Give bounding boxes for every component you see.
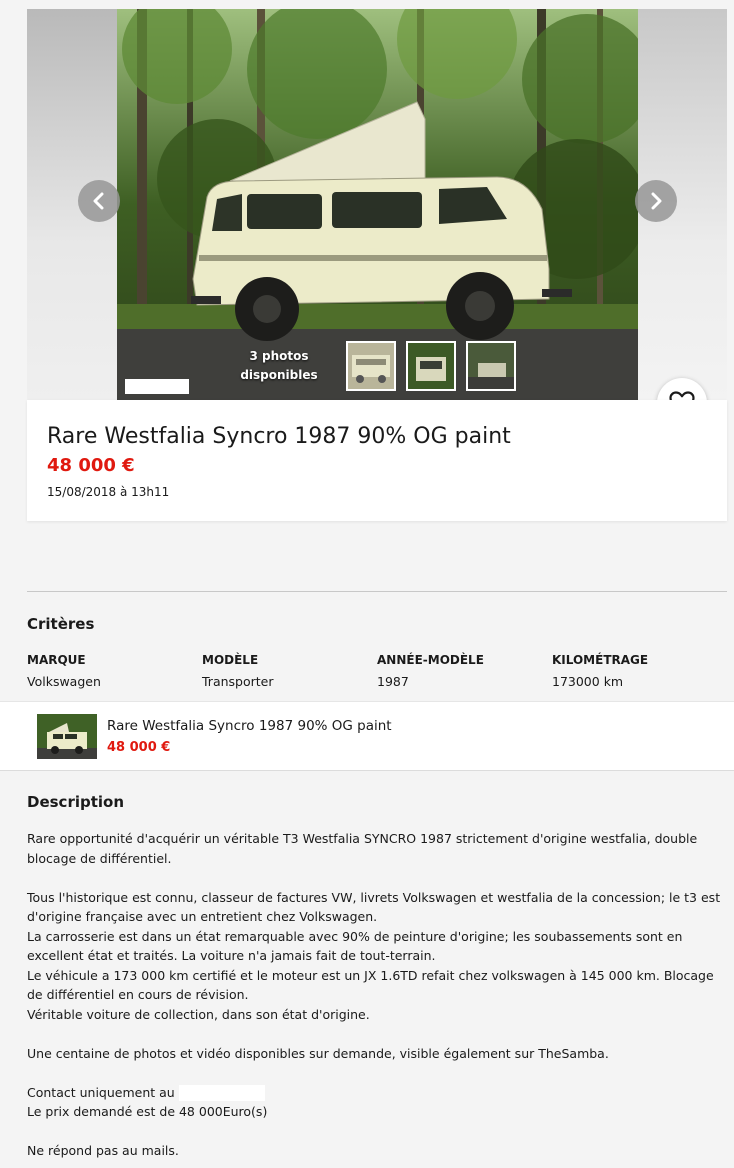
- description-paragraph: Rare opportunité d'acquérir un véritable…: [27, 831, 698, 866]
- ad-date: 15/08/2018 à 13h11: [47, 485, 170, 499]
- ad-header-card: Rare Westfalia Syncro 1987 90% OG paint …: [27, 400, 727, 521]
- gallery-prev-button[interactable]: [78, 180, 120, 222]
- description-paragraph: Tous l'historique est connu, classeur de…: [27, 889, 721, 925]
- criteria-item-brand: MARQUE Volkswagen: [27, 653, 197, 689]
- description-body: Rare opportunité d'acquérir un véritable…: [27, 829, 721, 1161]
- description-paragraph: Véritable voiture de collection, dans so…: [27, 1006, 370, 1022]
- description-heading: Description: [27, 793, 125, 811]
- section-divider: [27, 591, 727, 592]
- gallery-thumbnail[interactable]: [466, 341, 516, 391]
- criteria-label: MODÈLE: [202, 653, 259, 667]
- description-paragraph: Le véhicule a 173 000 km certifié et le …: [27, 967, 714, 1003]
- ad-summary-bar[interactable]: Rare Westfalia Syncro 1987 90% OG paint …: [0, 701, 734, 771]
- criteria-item-mileage: KILOMÉTRAGE 173000 km: [552, 653, 722, 689]
- criteria-value: Volkswagen: [27, 674, 101, 689]
- redacted-label: [125, 379, 189, 394]
- gallery-thumbnail[interactable]: [346, 341, 396, 391]
- criteria-value: 1987: [377, 674, 409, 689]
- criteria-label: KILOMÉTRAGE: [552, 653, 649, 667]
- description-paragraph: Ne répond pas au mails.: [27, 1143, 179, 1158]
- photo-gallery: 3 photos disponibles: [27, 9, 727, 400]
- criteria-heading: Critères: [27, 615, 95, 633]
- ad-price: 48 000 €: [47, 455, 135, 476]
- description-paragraph: Le prix demandé est de 48 000Euro(s): [27, 1104, 268, 1119]
- contact-text: Contact uniquement au: [27, 1084, 175, 1100]
- chevron-right-icon: [651, 192, 662, 210]
- ad-title: Rare Westfalia Syncro 1987 90% OG paint: [47, 424, 511, 449]
- gallery-next-button[interactable]: [635, 180, 677, 222]
- criteria-label: ANNÉE-MODÈLE: [377, 653, 484, 667]
- summary-title: Rare Westfalia Syncro 1987 90% OG paint: [107, 718, 392, 734]
- summary-price: 48 000 €: [107, 740, 171, 755]
- description-paragraph: La carrosserie est dans un état remarqua…: [27, 928, 683, 964]
- gallery-thumbnail[interactable]: [406, 341, 456, 391]
- criteria-label: MARQUE: [27, 653, 86, 667]
- criteria-item-model: MODÈLE Transporter: [202, 653, 372, 689]
- redacted-phone: [178, 1085, 265, 1101]
- photo-count-label: 3 photos disponibles: [240, 349, 318, 382]
- description-contact-line: Contact uniquement au: [27, 1083, 721, 1103]
- chevron-left-icon: [93, 192, 104, 210]
- summary-thumbnail: [37, 714, 97, 759]
- criteria-value: Transporter: [202, 674, 274, 689]
- description-paragraph: Une centaine de photos et vidéo disponib…: [27, 1045, 609, 1061]
- criteria-item-year: ANNÉE-MODÈLE 1987: [377, 653, 547, 689]
- criteria-value: 173000 km: [552, 674, 624, 689]
